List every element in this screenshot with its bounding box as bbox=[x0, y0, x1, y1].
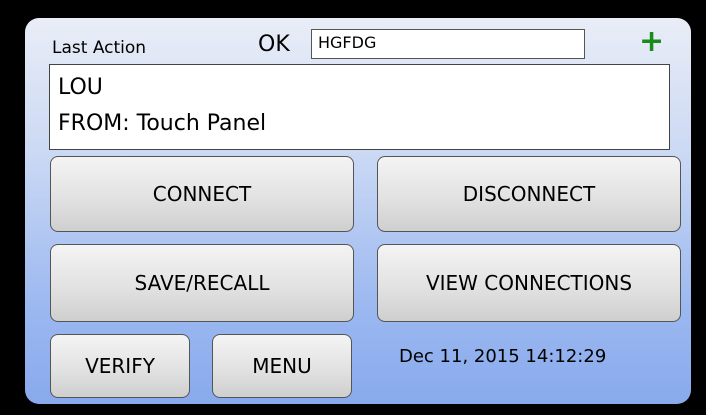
menu-button[interactable]: MENU bbox=[212, 334, 352, 398]
touch-panel: Last Action OK HGFDG + LOU FROM: Touch P… bbox=[25, 18, 691, 404]
view-connections-button[interactable]: VIEW CONNECTIONS bbox=[377, 244, 681, 322]
verify-button[interactable]: VERIFY bbox=[50, 334, 190, 398]
save-recall-button-label: SAVE/RECALL bbox=[134, 271, 270, 295]
name-input[interactable]: HGFDG bbox=[311, 29, 585, 59]
status-text: OK bbox=[258, 32, 290, 57]
last-action-message-box: LOU FROM: Touch Panel bbox=[49, 64, 670, 150]
verify-button-label: VERIFY bbox=[85, 354, 155, 378]
message-line: LOU bbox=[58, 75, 103, 100]
save-recall-button[interactable]: SAVE/RECALL bbox=[50, 244, 354, 322]
message-line: FROM: Touch Panel bbox=[58, 111, 267, 136]
plus-icon[interactable]: + bbox=[639, 24, 664, 59]
disconnect-button[interactable]: DISCONNECT bbox=[377, 156, 681, 232]
disconnect-button-label: DISCONNECT bbox=[462, 182, 596, 206]
timestamp: Dec 11, 2015 14:12:29 bbox=[399, 346, 607, 367]
menu-button-label: MENU bbox=[252, 354, 312, 378]
last-action-label: Last Action bbox=[52, 38, 147, 58]
connect-button[interactable]: CONNECT bbox=[50, 156, 354, 232]
view-connections-button-label: VIEW CONNECTIONS bbox=[425, 271, 633, 295]
connect-button-label: CONNECT bbox=[152, 182, 252, 206]
